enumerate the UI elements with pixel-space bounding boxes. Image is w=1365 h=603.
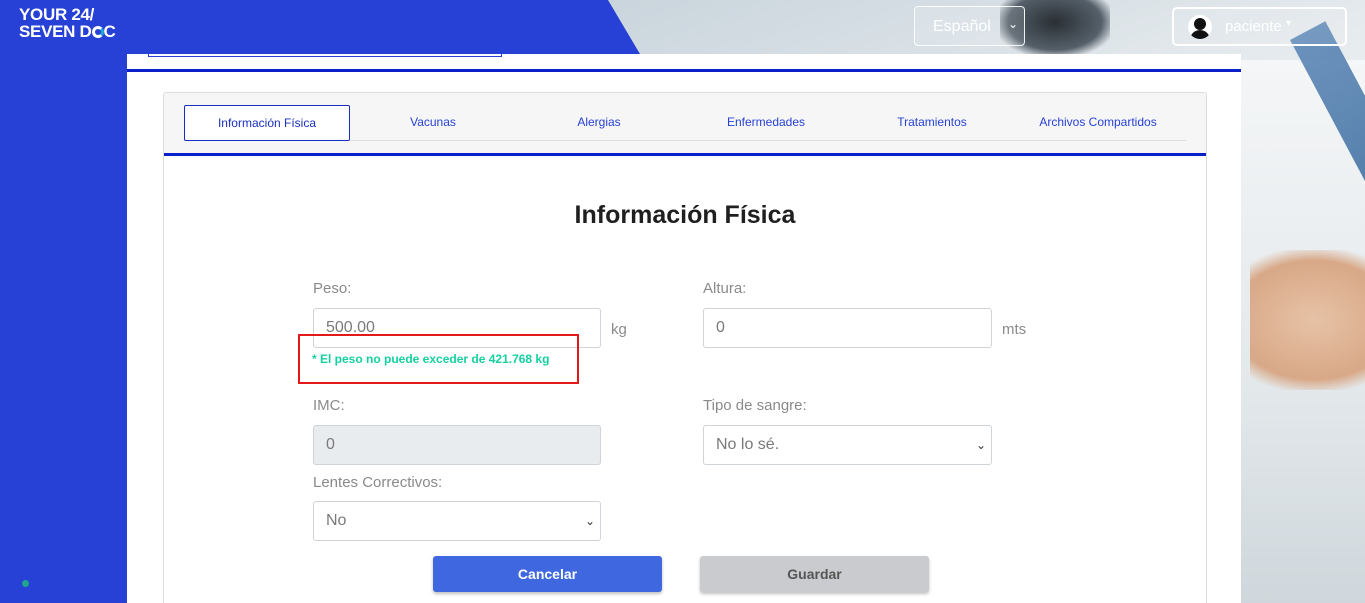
tab-tratamientos[interactable]: Tratamientos bbox=[849, 105, 1015, 141]
save-button[interactable]: Guardar bbox=[700, 556, 929, 592]
tab-archivos-compartidos[interactable]: Archivos Compartidos bbox=[1015, 105, 1181, 141]
tipo-sangre-label: Tipo de sangre: bbox=[703, 397, 807, 414]
chevron-down-icon: ⌄ bbox=[976, 438, 987, 452]
peso-label: Peso: bbox=[313, 280, 352, 297]
main-divider bbox=[127, 69, 1241, 72]
altura-label: Altura: bbox=[703, 280, 747, 297]
logo-line-1: YOUR 24/ bbox=[19, 5, 95, 24]
imc-input: 0 bbox=[313, 425, 601, 465]
caret-down-icon: ▾ bbox=[1286, 18, 1292, 29]
altura-input[interactable]: 0 bbox=[703, 308, 992, 348]
status-dot-icon bbox=[22, 580, 29, 587]
lentes-select[interactable]: No ⌄ bbox=[313, 501, 601, 541]
lentes-label: Lentes Correctivos: bbox=[313, 474, 443, 491]
logo-o-icon bbox=[91, 26, 104, 38]
user-avatar-icon bbox=[1188, 15, 1212, 39]
chevron-down-icon: ⌄ bbox=[1008, 17, 1019, 31]
main-panel: Información Física Vacunas Alergias Enfe… bbox=[127, 54, 1241, 603]
error-highlight-box bbox=[298, 334, 579, 384]
altura-unit: mts bbox=[1002, 321, 1027, 338]
card-divider bbox=[164, 153, 1206, 156]
tipo-sangre-select[interactable]: No lo sé. ⌄ bbox=[703, 425, 992, 465]
cancel-button[interactable]: Cancelar bbox=[433, 556, 662, 592]
tab-informacion-fisica[interactable]: Información Física bbox=[184, 105, 350, 141]
lentes-selected: No bbox=[326, 512, 347, 529]
imc-label: IMC: bbox=[313, 397, 345, 414]
page-title: Información Física bbox=[574, 201, 796, 229]
imc-value: 0 bbox=[326, 436, 335, 453]
tab-vacunas[interactable]: Vacunas bbox=[350, 105, 516, 141]
user-name: paciente bbox=[1225, 18, 1282, 35]
tab-enfermedades[interactable]: Enfermedades bbox=[683, 105, 849, 141]
altura-value: 0 bbox=[716, 319, 725, 336]
background-arm bbox=[1250, 250, 1365, 390]
logo-line-2: SEVEN DC bbox=[19, 22, 116, 41]
user-menu-button[interactable]: paciente ▾ bbox=[1172, 7, 1347, 46]
sidebar bbox=[0, 0, 127, 603]
brand-logo[interactable]: YOUR 24/ SEVEN DC bbox=[19, 6, 116, 40]
language-selected: Español bbox=[933, 18, 991, 35]
physical-info-card: Información Física Vacunas Alergias Enfe… bbox=[163, 92, 1207, 603]
chevron-down-icon: ⌄ bbox=[585, 514, 596, 528]
tab-bar: Información Física Vacunas Alergias Enfe… bbox=[164, 93, 1206, 154]
tab-alergias[interactable]: Alergias bbox=[516, 105, 682, 141]
language-select[interactable]: Español ⌄ bbox=[914, 6, 1025, 46]
tipo-sangre-selected: No lo sé. bbox=[716, 436, 780, 453]
peso-unit: kg bbox=[611, 321, 627, 338]
top-tab-remnant bbox=[148, 54, 502, 57]
